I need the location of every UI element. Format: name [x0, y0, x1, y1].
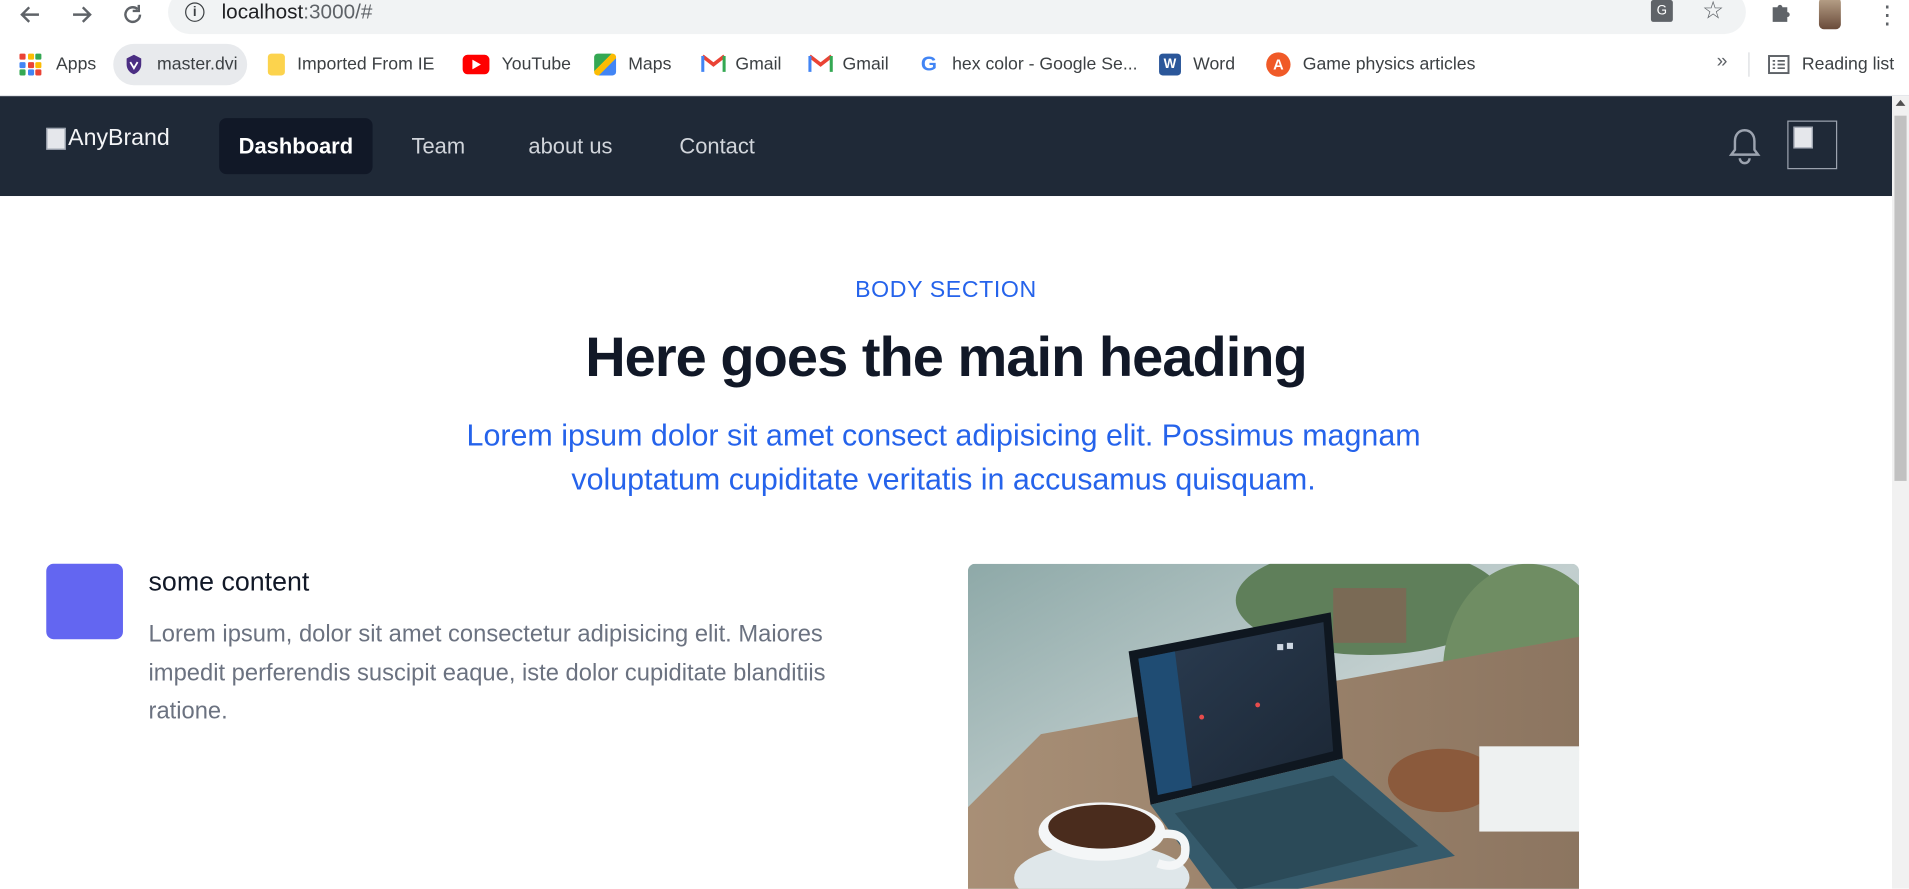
laptop-photo-illustration [967, 563, 1580, 889]
page-scrollbar[interactable] [1891, 96, 1909, 889]
kebab-menu-icon[interactable]: ⋮ [1875, 0, 1899, 30]
bookmarks-bar: Apps master.dvi Imported From IE YouTube [0, 43, 1909, 86]
brand-logo[interactable]: AnyBrand [46, 125, 170, 152]
site-info-icon[interactable]: i [185, 2, 205, 22]
reload-icon[interactable] [117, 0, 149, 29]
feature-description: Lorem ipsum, dolor sit amet consectetur … [148, 620, 826, 725]
url-host: localhost [221, 0, 304, 24]
url-path: :3000/# [303, 0, 373, 24]
profile-avatar-icon[interactable] [1818, 0, 1841, 30]
viewport: i localhost:3000/# G ☆ ⋮ Apps master.dvi… [0, 0, 1909, 889]
extensions-puzzle-icon[interactable] [1768, 0, 1792, 32]
bookmark-imported-from-ie[interactable]: Imported From IE [267, 44, 435, 85]
nav-link-dashboard[interactable]: Dashboard [219, 118, 373, 175]
apps-grid-icon [19, 53, 42, 76]
bookmark-game-physics[interactable]: A Game physics articles [1266, 44, 1475, 85]
nav-link-team[interactable]: Team [392, 118, 485, 174]
reading-list-button[interactable]: Reading list [1768, 44, 1894, 85]
scrollbar-thumb[interactable] [1894, 115, 1907, 481]
gmail-icon [807, 54, 834, 76]
bookmark-label: Gmail [735, 54, 782, 75]
bookmark-gmail-2[interactable]: Gmail [807, 44, 889, 85]
reading-list-icon [1768, 54, 1790, 76]
feature-icon-square [46, 563, 123, 640]
brand-alt-text: AnyBrand [68, 125, 170, 151]
bookmark-label: YouTube [501, 54, 571, 75]
more-bookmarks-chevron-icon[interactable]: » [1717, 51, 1728, 73]
bookmark-label: Maps [628, 54, 672, 75]
bell-notification-icon[interactable] [1726, 125, 1763, 166]
bookmark-gmail-1[interactable]: Gmail [700, 44, 782, 85]
bookmark-label: Imported From IE [297, 54, 435, 75]
bookmark-hex-color-google[interactable]: G hex color - Google Se... [918, 44, 1138, 85]
youtube-icon [462, 54, 490, 75]
bookmark-label: Gmail [842, 54, 889, 75]
user-avatar[interactable] [1787, 120, 1838, 170]
nav-link-contact[interactable]: Contact [660, 118, 775, 174]
translate-icon[interactable]: G [1650, 0, 1673, 22]
game-icon: A [1266, 52, 1291, 77]
bookmark-maps[interactable]: Maps [594, 44, 671, 85]
broken-image-icon [1793, 126, 1813, 149]
nav-link-about-us[interactable]: about us [509, 118, 632, 174]
back-arrow-icon[interactable] [15, 0, 47, 29]
app-navbar: AnyBrand Dashboard Team about us Contact [0, 96, 1892, 197]
browser-toolbar: i localhost:3000/# G ☆ ⋮ Apps master.dvi… [0, 0, 1909, 97]
lead-paragraph: Lorem ipsum dolor sit amet consect adipi… [466, 418, 1421, 497]
bookmark-master-dvi[interactable]: master.dvi [113, 43, 248, 86]
bookmark-label: Word [1193, 54, 1236, 75]
word-icon: W [1159, 53, 1181, 76]
maps-icon [594, 53, 617, 76]
bookmarks-separator [1748, 52, 1750, 77]
google-icon: G [920, 52, 937, 76]
bookmark-apps[interactable]: Apps [19, 44, 96, 85]
bookmark-star-icon[interactable]: ☆ [1702, 0, 1724, 26]
reading-list-label: Reading list [1801, 54, 1895, 75]
feature-title: some content [148, 566, 310, 597]
address-bar[interactable]: i localhost:3000/# G ☆ [168, 0, 1746, 35]
scroll-up-arrow-icon[interactable] [1895, 99, 1906, 106]
section-kicker: BODY SECTION [855, 277, 1037, 304]
bookmark-label: master.dvi [157, 54, 238, 75]
laptop-coffee-photo [967, 563, 1580, 889]
broken-image-icon [46, 127, 66, 150]
shield-logo-icon [123, 54, 145, 76]
main-heading: Here goes the main heading [585, 325, 1308, 389]
forward-arrow-icon[interactable] [66, 0, 98, 29]
folder-icon [267, 53, 285, 76]
bookmark-label: Apps [56, 54, 97, 75]
bookmark-word[interactable]: W Word [1159, 44, 1235, 85]
url-text[interactable]: localhost:3000/# [222, 0, 373, 24]
bookmark-label: hex color - Google Se... [952, 54, 1138, 75]
bookmark-label: Game physics articles [1302, 54, 1476, 75]
bookmark-youtube[interactable]: YouTube [462, 44, 571, 85]
gmail-icon [700, 54, 727, 76]
